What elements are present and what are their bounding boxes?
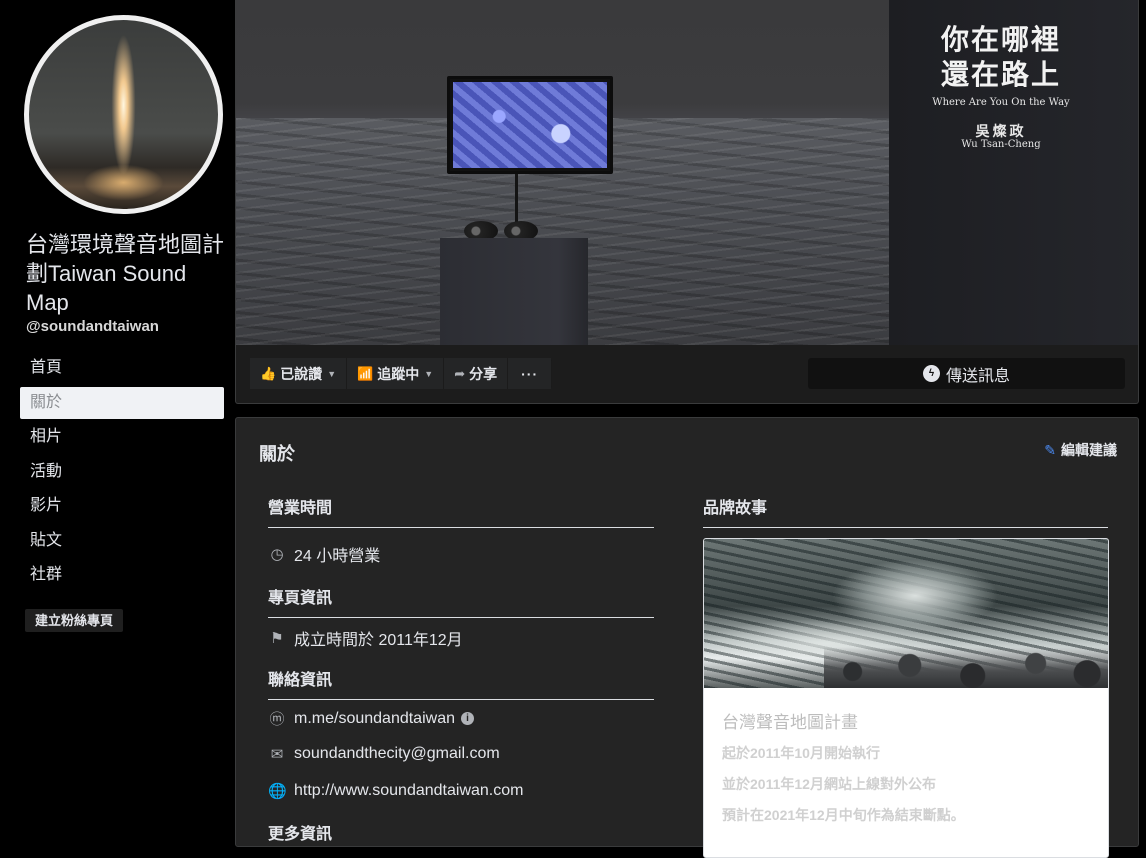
nav-item-about[interactable]: 關於 [20, 386, 224, 419]
messenger-link[interactable]: m.me/soundandtaiwan [294, 710, 455, 728]
about-title: 關於 [259, 444, 295, 464]
cover-monitor-screen [453, 82, 607, 168]
page-name[interactable]: 台灣環境聲音地圖計劃Taiwan Sound Map [26, 230, 226, 317]
share-label: 分享 [469, 365, 498, 382]
rss-icon: 📶 [357, 365, 374, 381]
more-options-button[interactable]: ··· [508, 358, 552, 389]
share-button[interactable]: ➦ 分享 [444, 358, 508, 389]
create-page-button[interactable]: 建立粉絲專頁 [25, 609, 124, 632]
brand-story-image [704, 539, 1108, 688]
send-message-label: 傳送訊息 [945, 367, 1010, 385]
nav-item-videos[interactable]: 影片 [20, 490, 224, 522]
cover-title-panel: 你在哪裡 還在路上 Where Are You On the Way 吳燦政 W… [889, 0, 1138, 345]
brand-story-line-3: 預計在2021年12月中旬作為結束斷點。 [722, 807, 965, 823]
nav-item-home[interactable]: 首頁 [20, 352, 224, 384]
nav-item-posts[interactable]: 貼文 [20, 525, 224, 557]
brand-story-line-1: 起於2011年10月開始執行 [722, 745, 880, 761]
info-icon[interactable]: i [460, 712, 474, 725]
email-row[interactable]: ✉ soundandthecity@gmail.com [268, 745, 500, 763]
page-header: 你在哪裡 還在路上 Where Are You On the Way 吳燦政 W… [235, 0, 1139, 404]
brand-story-title: 台灣聲音地圖計畫 [722, 713, 858, 732]
about-card: 關於 ✎ 編輯建議 營業時間 ◷ 24 小時營業 專頁資訊 ⚑ 成立時間於 201… [235, 417, 1139, 858]
share-arrow-icon: ➦ [454, 365, 466, 381]
hours-row: ◷ 24 小時營業 [268, 542, 380, 566]
clock-icon: ◷ [270, 546, 284, 563]
globe-icon: 🌐 [268, 783, 287, 800]
edit-suggestion-link[interactable]: ✎ 編輯建議 [1044, 440, 1117, 460]
page-handle[interactable]: @soundandtaiwan [26, 318, 159, 335]
email-link[interactable]: soundandthecity@gmail.com [294, 745, 500, 763]
cover-artist: 吳燦政 [975, 124, 1027, 140]
chevron-down-icon: ▼ [327, 368, 337, 379]
nav-item-community[interactable]: 社群 [20, 559, 224, 591]
page-nav: 首頁 關於 相片 活動 影片 貼文 社群 [20, 352, 224, 594]
cover-monitor [447, 76, 613, 174]
page-info-heading: 專頁資訊 [268, 584, 654, 618]
messenger-row[interactable]: ⓜ m.me/soundandtaiwan i [268, 708, 474, 729]
cover-monitor-stand [515, 174, 518, 222]
cover-title-line-1: 你在哪裡 [940, 23, 1061, 56]
pencil-icon: ✎ [1044, 442, 1056, 458]
website-row[interactable]: 🌐 http://www.soundandtaiwan.com [268, 782, 523, 800]
left-sidebar: 台灣環境聲音地圖計劃Taiwan Sound Map @soundandtaiw… [0, 0, 232, 830]
cover-title-english: Where Are You On the Way [932, 97, 1070, 108]
brand-story-card[interactable]: 台灣聲音地圖計畫 起於2011年10月開始執行 並於2011年12月網站上線對外… [703, 538, 1109, 858]
nav-item-events[interactable]: 活動 [20, 456, 224, 488]
website-link[interactable]: http://www.soundandtaiwan.com [294, 782, 523, 800]
thumbs-up-icon: 👍 [260, 365, 277, 381]
cover-artist-english: Wu Tsan-Cheng [961, 139, 1041, 150]
following-label: 追蹤中 [377, 365, 420, 382]
page-action-bar: 👍 已說讚 ▼ 📶 追蹤中 ▼ ➦ 分享 ··· [250, 358, 553, 389]
brand-story-heading: 品牌故事 [703, 494, 1108, 528]
cover-photo[interactable]: 你在哪裡 還在路上 Where Are You On the Way 吳燦政 W… [236, 0, 1138, 345]
more-icon: ··· [521, 365, 539, 382]
messenger-icon: ⓜ [269, 711, 285, 728]
story-image-stones [824, 647, 1108, 688]
hours-value: 24 小時營業 [294, 548, 381, 565]
founded-row: ⚑ 成立時間於 2011年12月 [268, 626, 463, 650]
hours-heading: 營業時間 [268, 494, 654, 528]
cover-plinth [440, 238, 588, 345]
chevron-down-icon: ▼ [424, 368, 434, 379]
liked-label: 已說讚 [280, 365, 323, 382]
more-info-heading: 更多資訊 [268, 826, 333, 843]
nav-item-photos[interactable]: 相片 [20, 421, 224, 453]
following-button[interactable]: 📶 追蹤中 ▼ [347, 358, 444, 389]
profile-avatar[interactable] [24, 15, 223, 214]
founded-value: 成立時間於 2011年12月 [294, 632, 463, 649]
messenger-icon: ϟ [922, 365, 940, 382]
brand-story-line-2: 並於2011年12月網站上線對外公布 [722, 776, 936, 792]
cover-title-line-2: 還在路上 [940, 58, 1061, 91]
contact-heading: 聯絡資訊 [268, 666, 654, 700]
send-message-button[interactable]: ϟ 傳送訊息 [808, 358, 1125, 389]
cover-title: 你在哪裡 還在路上 [889, 22, 1113, 92]
liked-button[interactable]: 👍 已說讚 ▼ [250, 358, 347, 389]
edit-suggestion-label: 編輯建議 [1061, 442, 1117, 458]
flag-icon: ⚑ [270, 630, 284, 647]
envelope-icon: ✉ [270, 746, 284, 763]
